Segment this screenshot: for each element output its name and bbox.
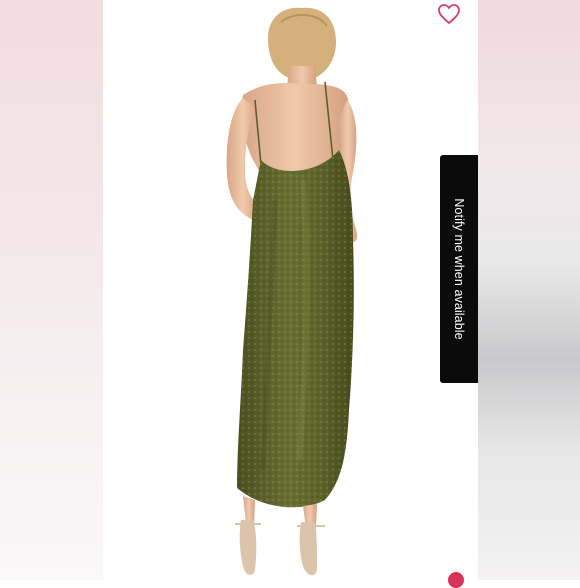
blurred-background-left [0, 0, 103, 580]
model-illustration [226, 7, 357, 576]
right-heel [299, 522, 317, 576]
product-photo [103, 0, 478, 580]
notify-me-button[interactable]: Notify me when available [440, 155, 478, 383]
notification-dot [448, 572, 464, 588]
notify-me-label: Notify me when available [452, 198, 466, 340]
like-button[interactable] [437, 3, 461, 25]
heart-icon [438, 4, 460, 24]
blurred-background-right [478, 0, 580, 580]
left-heel [239, 520, 257, 575]
